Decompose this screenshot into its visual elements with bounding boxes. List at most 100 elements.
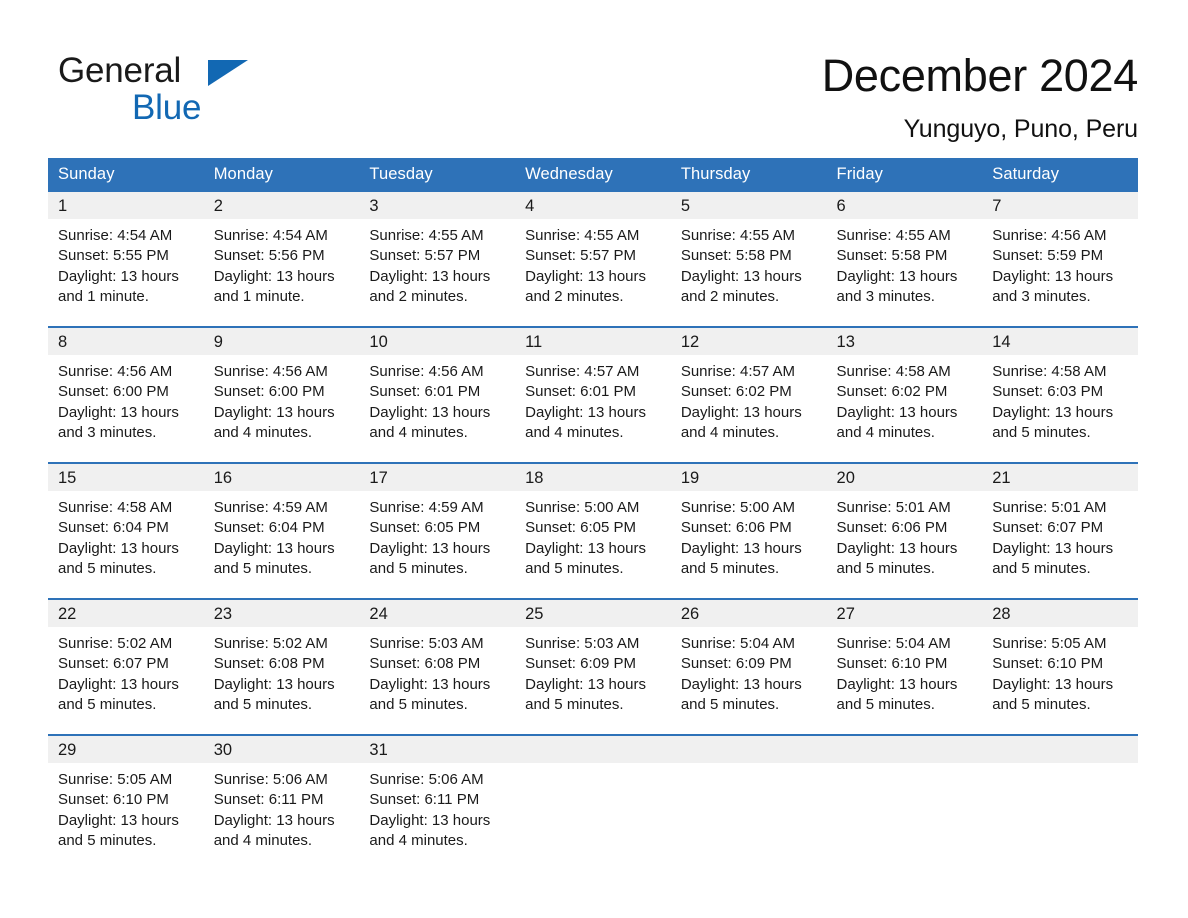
week-spacer-cell — [48, 446, 1138, 463]
calendar-day-cell[interactable]: 21 Sunrise: 5:01 AM Sunset: 6:07 PM Dayligh… — [982, 462, 1138, 582]
day-number: 19 — [670, 464, 827, 491]
sunrise-text: Sunrise: 5:00 AM — [680, 499, 796, 516]
calendar-week-row: 29 Sunrise: 5:05 AM Sunset: 6:10 PM Dayligh… — [48, 734, 1138, 854]
week-spacer-cell — [48, 718, 1138, 735]
day-cell-inner: 8 Sunrise: 4:56 AM Sunset: 6:00 PM Daylight… — [48, 328, 204, 446]
daylight-text-line1: Daylight: 13 hours — [369, 811, 491, 829]
day-cell-inner: 13 Sunrise: 4:58 AM Sunset: 6:02 PM Dayligh… — [826, 328, 983, 446]
calendar-day-cell[interactable]: 17 Sunrise: 4:59 AM Sunset: 6:05 PM Dayligh… — [359, 462, 516, 582]
calendar-day-cell[interactable]: 1 Sunrise: 4:54 AM Sunset: 5:55 PM Daylight… — [48, 192, 204, 310]
day-number: 11 — [515, 328, 671, 355]
calendar-table: Sunday Monday Tuesday Wednesday Thursday Frid… — [48, 158, 1138, 854]
day-cell-inner: 17 Sunrise: 4:59 AM Sunset: 6:05 PM Dayligh… — [359, 464, 516, 582]
daylight-text-line2: and 5 minutes. — [680, 695, 780, 713]
calendar-day-cell[interactable]: 11 Sunrise: 4:57 AM Sunset: 6:01 PM Dayligh… — [515, 326, 671, 446]
week-spacer — [48, 718, 1138, 735]
day-number: 2 — [203, 192, 360, 219]
calendar-day-cell[interactable]: 13 Sunrise: 4:58 AM Sunset: 6:02 PM Dayligh… — [826, 326, 983, 446]
calendar-day-cell[interactable]: 4 Sunrise: 4:55 AM Sunset: 5:57 PM Daylight… — [515, 192, 671, 310]
day-number — [670, 736, 827, 763]
day-number — [826, 736, 983, 763]
sunset-text: Sunset: 5:55 PM — [58, 247, 169, 265]
calendar-day-cell[interactable]: 8 Sunrise: 4:56 AM Sunset: 6:00 PM Daylight… — [48, 326, 204, 446]
daylight-text-line1: Daylight: 13 hours — [58, 675, 179, 693]
day-cell-inner: 23 Sunrise: 5:02 AM Sunset: 6:08 PM Dayligh… — [203, 600, 360, 718]
week-spacer — [48, 310, 1138, 327]
calendar-day-cell[interactable]: 23 Sunrise: 5:02 AM Sunset: 6:08 PM Dayligh… — [203, 598, 360, 718]
sunset-text: Sunset: 5:58 PM — [680, 247, 792, 265]
sunset-text: Sunset: 6:08 PM — [369, 655, 481, 673]
day-details: Sunrise: 5:06 AM Sunset: 6:11 PM Daylight:… — [359, 763, 515, 851]
calendar-day-cell[interactable]: 3 Sunrise: 4:55 AM Sunset: 5:57 PM Daylight… — [359, 192, 516, 310]
daylight-text-line2: and 4 minutes. — [680, 423, 780, 441]
calendar-day-cell[interactable]: 5 Sunrise: 4:55 AM Sunset: 5:58 PM Daylight… — [670, 192, 827, 310]
calendar-day-cell[interactable]: 20 Sunrise: 5:01 AM Sunset: 6:06 PM Dayligh… — [826, 462, 983, 582]
sunrise-text: Sunrise: 4:57 AM — [680, 363, 796, 380]
calendar-day-cell[interactable]: 25 Sunrise: 5:03 AM Sunset: 6:09 PM Dayligh… — [515, 598, 671, 718]
calendar-day-cell[interactable]: 14 Sunrise: 4:58 AM Sunset: 6:03 PM Dayligh… — [982, 326, 1138, 446]
calendar-day-cell[interactable]: 6 Sunrise: 4:55 AM Sunset: 5:58 PM Daylight… — [826, 192, 983, 310]
sunrise-text: Sunrise: 5:03 AM — [369, 635, 484, 652]
daylight-text-line1: Daylight: 13 hours — [213, 675, 335, 693]
day-number: 18 — [515, 464, 671, 491]
calendar-day-cell[interactable]: 9 Sunrise: 4:56 AM Sunset: 6:00 PM Daylight… — [203, 326, 360, 446]
calendar-day-cell[interactable]: 30 Sunrise: 5:06 AM Sunset: 6:11 PM Dayligh… — [203, 734, 360, 854]
day-cell-inner: 22 Sunrise: 5:02 AM Sunset: 6:07 PM Dayligh… — [48, 600, 204, 718]
sunrise-text: Sunrise: 5:01 AM — [836, 499, 951, 516]
generalblue-logo: General Blue — [58, 52, 358, 132]
daylight-text-line1: Daylight: 13 hours — [213, 403, 335, 421]
day-number: 13 — [826, 328, 983, 355]
sunrise-text: Sunrise: 4:59 AM — [369, 499, 484, 516]
calendar-day-cell[interactable]: 10 Sunrise: 4:56 AM Sunset: 6:01 PM Dayligh… — [359, 326, 516, 446]
day-cell-inner: 27 Sunrise: 5:04 AM Sunset: 6:10 PM Dayligh… — [826, 600, 983, 718]
calendar-day-cell[interactable]: 28 Sunrise: 5:05 AM Sunset: 6:10 PM Dayligh… — [982, 598, 1138, 718]
calendar-day-cell[interactable]: 2 Sunrise: 4:54 AM Sunset: 5:56 PM Daylight… — [203, 192, 360, 310]
day-cell-inner: 1 Sunrise: 4:54 AM Sunset: 5:55 PM Daylight… — [48, 192, 204, 310]
day-details: Sunrise: 4:57 AM Sunset: 6:02 PM Daylight:… — [671, 355, 827, 443]
week-spacer — [48, 582, 1138, 599]
weekday-header-wednesday: Wednesday — [515, 158, 671, 192]
calendar-day-cell[interactable]: 19 Sunrise: 5:00 AM Sunset: 6:06 PM Dayligh… — [670, 462, 827, 582]
day-cell-inner: 25 Sunrise: 5:03 AM Sunset: 6:09 PM Dayligh… — [515, 600, 671, 718]
calendar-day-cell[interactable]: 7 Sunrise: 4:56 AM Sunset: 5:59 PM Daylight… — [982, 192, 1138, 310]
sunset-text: Sunset: 6:04 PM — [58, 519, 169, 537]
calendar-day-cell[interactable]: 15 Sunrise: 4:58 AM Sunset: 6:04 PM Dayligh… — [48, 462, 204, 582]
day-details: Sunrise: 4:55 AM Sunset: 5:57 PM Daylight:… — [359, 219, 515, 307]
calendar-day-cell[interactable]: 22 Sunrise: 5:02 AM Sunset: 6:07 PM Dayligh… — [48, 598, 204, 718]
day-details: Sunrise: 5:03 AM Sunset: 6:08 PM Daylight:… — [359, 627, 515, 715]
day-cell-inner: 19 Sunrise: 5:00 AM Sunset: 6:06 PM Dayligh… — [670, 464, 827, 582]
calendar-day-cell[interactable]: 18 Sunrise: 5:00 AM Sunset: 6:05 PM Dayligh… — [515, 462, 671, 582]
sunrise-text: Sunrise: 4:56 AM — [58, 363, 173, 380]
sunrise-text: Sunrise: 5:02 AM — [213, 635, 328, 652]
day-details: Sunrise: 4:58 AM Sunset: 6:04 PM Daylight:… — [48, 491, 204, 579]
calendar-day-cell[interactable]: 26 Sunrise: 5:04 AM Sunset: 6:09 PM Dayligh… — [670, 598, 827, 718]
day-number: 16 — [203, 464, 360, 491]
daylight-text-line1: Daylight: 13 hours — [58, 267, 179, 285]
daylight-text-line2: and 5 minutes. — [58, 695, 157, 713]
sunrise-text: Sunrise: 4:55 AM — [369, 227, 484, 244]
sunset-text: Sunset: 6:07 PM — [992, 519, 1104, 537]
day-number: 8 — [48, 328, 204, 355]
sunrise-text: Sunrise: 4:58 AM — [992, 363, 1107, 380]
daylight-text-line2: and 4 minutes. — [525, 423, 624, 441]
day-details: Sunrise: 4:58 AM Sunset: 6:03 PM Daylight:… — [982, 355, 1138, 443]
calendar-day-cell[interactable]: 16 Sunrise: 4:59 AM Sunset: 6:04 PM Dayligh… — [203, 462, 360, 582]
day-details: Sunrise: 4:54 AM Sunset: 5:56 PM Daylight:… — [204, 219, 360, 307]
calendar-day-cell[interactable]: 29 Sunrise: 5:05 AM Sunset: 6:10 PM Dayligh… — [48, 734, 204, 854]
day-details: Sunrise: 5:01 AM Sunset: 6:07 PM Daylight:… — [982, 491, 1138, 579]
calendar-day-cell[interactable]: 24 Sunrise: 5:03 AM Sunset: 6:08 PM Dayligh… — [359, 598, 516, 718]
daylight-text-line2: and 1 minute. — [213, 287, 305, 305]
daylight-text-line1: Daylight: 13 hours — [992, 403, 1114, 421]
week-spacer — [48, 446, 1138, 463]
day-details: Sunrise: 4:56 AM Sunset: 6:00 PM Daylight:… — [48, 355, 204, 443]
day-number: 25 — [515, 600, 671, 627]
day-cell-inner — [982, 736, 1138, 854]
week-spacer-cell — [48, 582, 1138, 599]
calendar-day-cell[interactable]: 31 Sunrise: 5:06 AM Sunset: 6:11 PM Dayligh… — [359, 734, 516, 854]
calendar-day-cell[interactable]: 27 Sunrise: 5:04 AM Sunset: 6:10 PM Dayligh… — [826, 598, 983, 718]
calendar-day-cell[interactable]: 12 Sunrise: 4:57 AM Sunset: 6:02 PM Dayligh… — [670, 326, 827, 446]
sunrise-text: Sunrise: 4:57 AM — [525, 363, 640, 380]
day-details: Sunrise: 5:04 AM Sunset: 6:09 PM Daylight:… — [671, 627, 827, 715]
day-number: 30 — [203, 736, 360, 763]
sunrise-text: Sunrise: 4:59 AM — [213, 499, 328, 516]
